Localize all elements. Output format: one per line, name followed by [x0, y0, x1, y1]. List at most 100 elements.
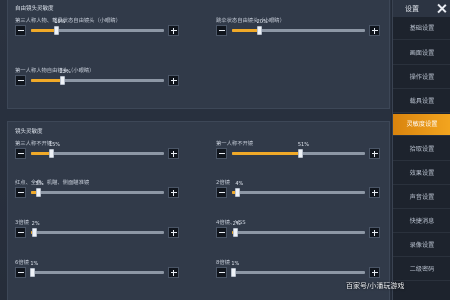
decrease-button[interactable]	[216, 148, 227, 159]
watermark: 百家号/小潘玩游戏	[346, 282, 405, 290]
sidebar-item-effects[interactable]: 效果设置	[393, 163, 450, 185]
sidebar-item-controls[interactable]: 操作设置	[393, 67, 450, 89]
increase-button[interactable]	[369, 148, 380, 159]
slider-thumb[interactable]	[54, 26, 60, 35]
value-label: 51%	[297, 142, 309, 148]
decrease-button[interactable]	[15, 227, 26, 238]
value-label: 20%	[256, 19, 268, 25]
slider-thumb[interactable]	[30, 268, 36, 277]
increase-button[interactable]	[369, 267, 380, 278]
setting-label: 第三人称人物、载具状态自由镜头（小眼睛）	[15, 18, 121, 24]
slider-thumb[interactable]	[35, 188, 41, 197]
slider-thumb[interactable]	[59, 76, 65, 85]
sidebar-item-quick-messages[interactable]: 快捷消息	[393, 211, 450, 233]
sensitivity-slider[interactable]	[231, 268, 365, 277]
panel-title: 自由镜头灵敏度	[15, 6, 54, 12]
lens-4x-scope-setting: 4倍镜、VSS 2%	[216, 218, 381, 240]
increase-button[interactable]	[168, 187, 179, 198]
slider-thumb[interactable]	[256, 26, 262, 35]
slider-thumb[interactable]	[48, 149, 54, 158]
slider-fill	[31, 152, 51, 155]
sidebar-item-replay[interactable]: 录像设置	[393, 235, 450, 257]
sidebar-item-pickup[interactable]: 拾取设置	[393, 139, 450, 161]
value-label: 2%	[31, 221, 40, 227]
setting-label: 第一人称不开镜	[216, 141, 254, 147]
value-label: 4%	[235, 181, 244, 187]
sidebar-item-vehicle[interactable]: 载具设置	[393, 91, 450, 113]
setting-label: 6倍镜	[15, 260, 29, 266]
value-label: 15%	[48, 142, 61, 148]
sidebar-title: 设置	[405, 5, 419, 13]
sidebar-item-sensitivity[interactable]: 灵敏度设置	[393, 114, 450, 136]
lens-red-dot-setting: 红点、全息、机瞄、侧面瞄准镜 5%	[15, 178, 180, 200]
decrease-button[interactable]	[216, 25, 227, 36]
increase-button[interactable]	[168, 25, 179, 36]
free-camera-parachute-setting: 跳伞状态自由镜头（小眼睛） 20%	[216, 16, 381, 38]
sidebar-item-graphics[interactable]: 画面设置	[393, 43, 450, 65]
sensitivity-slider[interactable]	[30, 268, 164, 277]
decrease-button[interactable]	[15, 75, 26, 86]
free-camera-panel: 自由镜头灵敏度 第三人称人物、载具状态自由镜头（小眼睛） 19% 跳伞状态自由镜…	[7, 0, 390, 109]
setting-label: 8倍镜	[216, 260, 230, 266]
decrease-button[interactable]	[216, 227, 227, 238]
sensitivity-slider[interactable]	[232, 149, 365, 158]
free-camera-first-person-setting: 第一人称人物自由镜头（小眼睛） 23%	[15, 66, 180, 88]
slider-thumb[interactable]	[235, 188, 241, 197]
settings-content: 自由镜头灵敏度 第三人称人物、载具状态自由镜头（小眼睛） 19% 跳伞状态自由镜…	[0, 0, 391, 300]
increase-button[interactable]	[168, 75, 179, 86]
close-icon[interactable]	[437, 4, 446, 13]
sensitivity-slider[interactable]	[232, 228, 365, 237]
sidebar-item-basic[interactable]: 基础设置	[393, 18, 450, 40]
increase-button[interactable]	[369, 25, 380, 36]
lens-8x-scope-setting: 8倍镜 1%	[216, 258, 381, 280]
setting-label: 第三人称不开镜	[15, 141, 53, 147]
value-label: 5%	[35, 181, 44, 187]
panel-title: 镜头灵敏度	[15, 129, 43, 135]
sensitivity-slider[interactable]	[31, 76, 164, 85]
slider-thumb[interactable]	[297, 149, 303, 158]
setting-label: 4倍镜、VSS	[216, 220, 246, 226]
sidebar-header: 设置	[393, 0, 450, 17]
decrease-button[interactable]	[216, 187, 227, 198]
settings-sidebar: 设置 基础设置 画面设置 操作设置 载具设置 灵敏度设置 拾取设置 效果设置 声…	[392, 0, 450, 300]
lens-2x-scope-setting: 2倍镜 4%	[216, 178, 381, 200]
settings-screen: 自由镜头灵敏度 第三人称人物、载具状态自由镜头（小眼睛） 19% 跳伞状态自由镜…	[0, 0, 450, 300]
setting-label: 红点、全息、机瞄、侧面瞄准镜	[15, 180, 90, 186]
lens-first-person-setting: 第一人称不开镜 51%	[216, 139, 381, 161]
slider-fill	[232, 152, 300, 155]
sensitivity-slider[interactable]	[31, 26, 164, 35]
value-label: 1%	[231, 261, 240, 267]
lens-third-person-setting: 第三人称不开镜 15%	[15, 139, 180, 161]
slider-fill	[31, 29, 57, 32]
value-label: 2%	[232, 221, 241, 227]
sidebar-item-audio[interactable]: 声音设置	[393, 187, 450, 209]
decrease-button[interactable]	[216, 267, 227, 278]
sensitivity-slider[interactable]	[31, 149, 164, 158]
sensitivity-slider[interactable]	[31, 228, 164, 237]
setting-label: 3倍镜	[15, 220, 29, 226]
lens-6x-scope-setting: 6倍镜 1%	[15, 258, 180, 280]
lens-sensitivity-panel: 镜头灵敏度 第三人称不开镜 15% 第一人称不开镜 51% 红点、全息、机瞄、侧…	[7, 121, 390, 300]
setting-label: 第一人称人物自由镜头（小眼睛）	[15, 68, 95, 74]
decrease-button[interactable]	[15, 267, 26, 278]
increase-button[interactable]	[168, 148, 179, 159]
value-label: 1%	[30, 261, 39, 267]
decrease-button[interactable]	[15, 25, 26, 36]
increase-button[interactable]	[168, 227, 179, 238]
slider-thumb[interactable]	[31, 228, 37, 237]
slider-thumb[interactable]	[232, 228, 238, 237]
free-camera-third-person-setting: 第三人称人物、载具状态自由镜头（小眼睛） 19%	[15, 16, 180, 38]
setting-label: 跳伞状态自由镜头（小眼睛）	[216, 18, 285, 24]
increase-button[interactable]	[369, 187, 380, 198]
slider-thumb[interactable]	[231, 268, 237, 277]
sensitivity-slider[interactable]	[31, 188, 164, 197]
sidebar-item-secondary-password[interactable]: 二级密码	[393, 259, 450, 281]
increase-button[interactable]	[168, 267, 179, 278]
decrease-button[interactable]	[15, 148, 26, 159]
increase-button[interactable]	[369, 227, 380, 238]
slider-fill	[232, 29, 259, 32]
decrease-button[interactable]	[15, 187, 26, 198]
sensitivity-slider[interactable]	[232, 26, 365, 35]
slider-fill	[31, 79, 62, 82]
sensitivity-slider[interactable]	[232, 188, 365, 197]
